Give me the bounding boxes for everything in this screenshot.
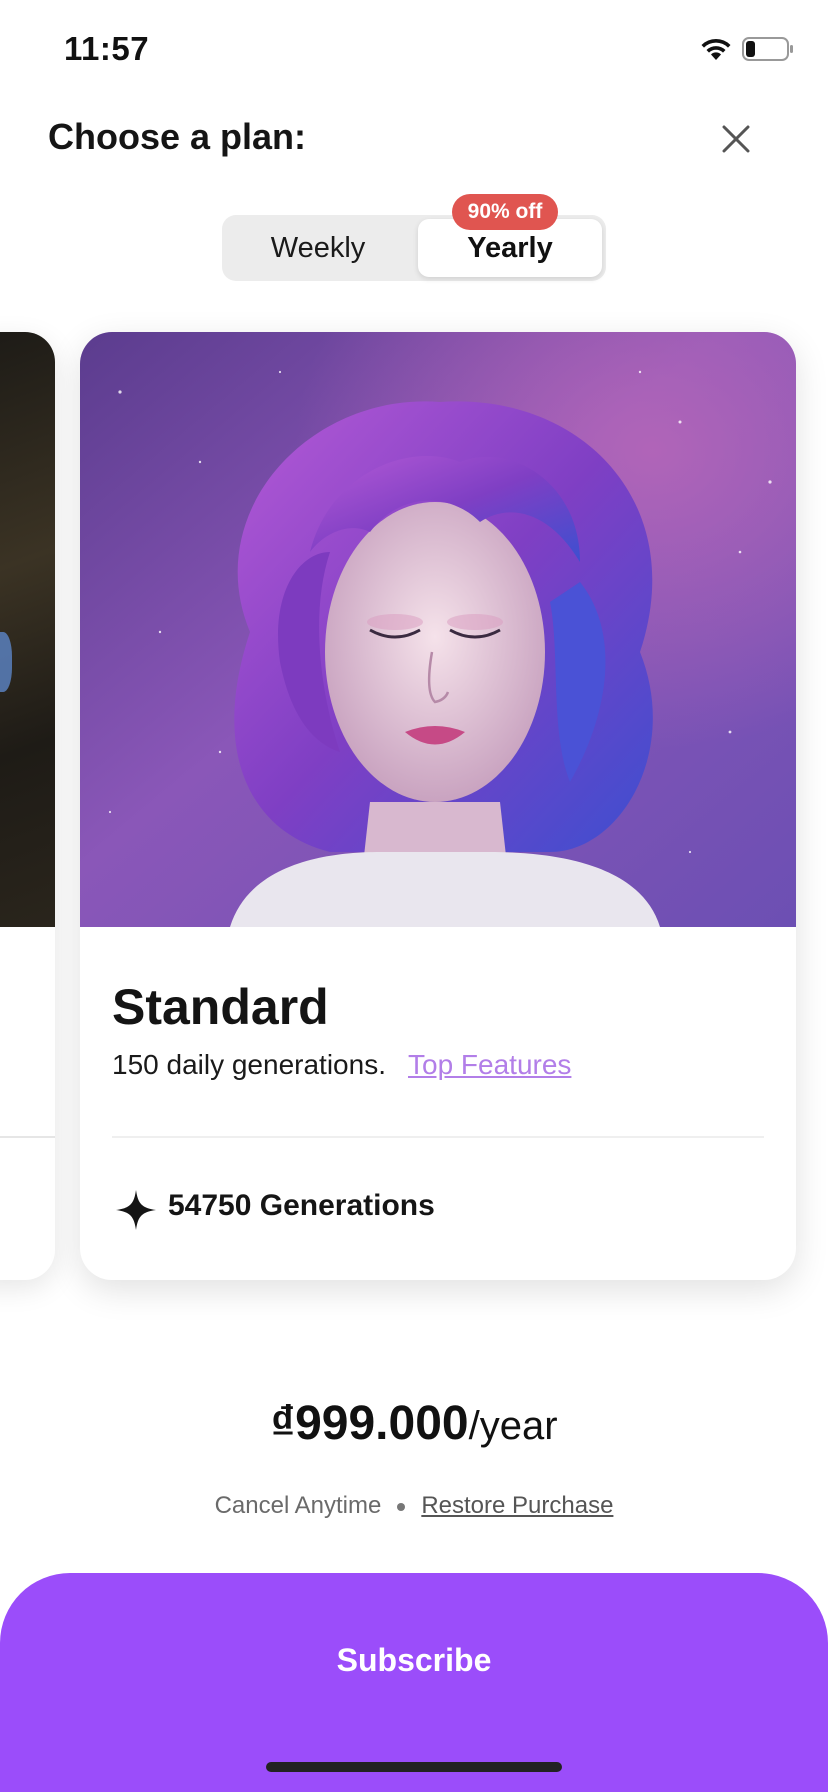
price-period: /year — [468, 1404, 558, 1448]
purchase-links: Cancel Anytime Restore Purchase — [0, 1492, 828, 1520]
home-indicator — [266, 1762, 562, 1772]
close-icon[interactable] — [716, 119, 756, 159]
discount-badge: 90% off — [452, 194, 558, 230]
subscribe-button[interactable]: Subscribe — [0, 1573, 828, 1792]
subscribe-label: Subscribe — [336, 1642, 492, 1678]
status-time: 11:57 — [64, 30, 150, 67]
separator-dot — [397, 1502, 406, 1511]
plan-description: 150 daily generations. — [112, 1049, 386, 1080]
plan-card-standard[interactable]: Standard 150 daily generations. Top Feat… — [80, 332, 796, 1280]
restore-purchase-link[interactable]: Restore Purchase — [421, 1492, 613, 1519]
sparkle-icon — [116, 1190, 156, 1230]
cancel-anytime-text: Cancel Anytime — [214, 1492, 382, 1519]
status-bar: 11:57 — [0, 0, 828, 100]
plan-artwork-image — [80, 332, 796, 927]
generations-count: 54750 Generations — [168, 1189, 435, 1222]
price-amount: ₫999.000 — [270, 1397, 469, 1450]
price-display: ₫999.000/year — [0, 1396, 828, 1451]
previous-plan-image — [0, 332, 55, 927]
plan-name: Standard — [112, 979, 329, 1035]
wifi-icon — [701, 38, 731, 60]
previous-plan-card[interactable] — [0, 332, 55, 1280]
tab-weekly[interactable]: Weekly — [226, 219, 410, 277]
battery-icon — [742, 37, 793, 61]
top-features-link[interactable]: Top Features — [408, 1049, 571, 1081]
card-divider — [112, 1136, 764, 1138]
page-title: Choose a plan: — [48, 116, 307, 157]
